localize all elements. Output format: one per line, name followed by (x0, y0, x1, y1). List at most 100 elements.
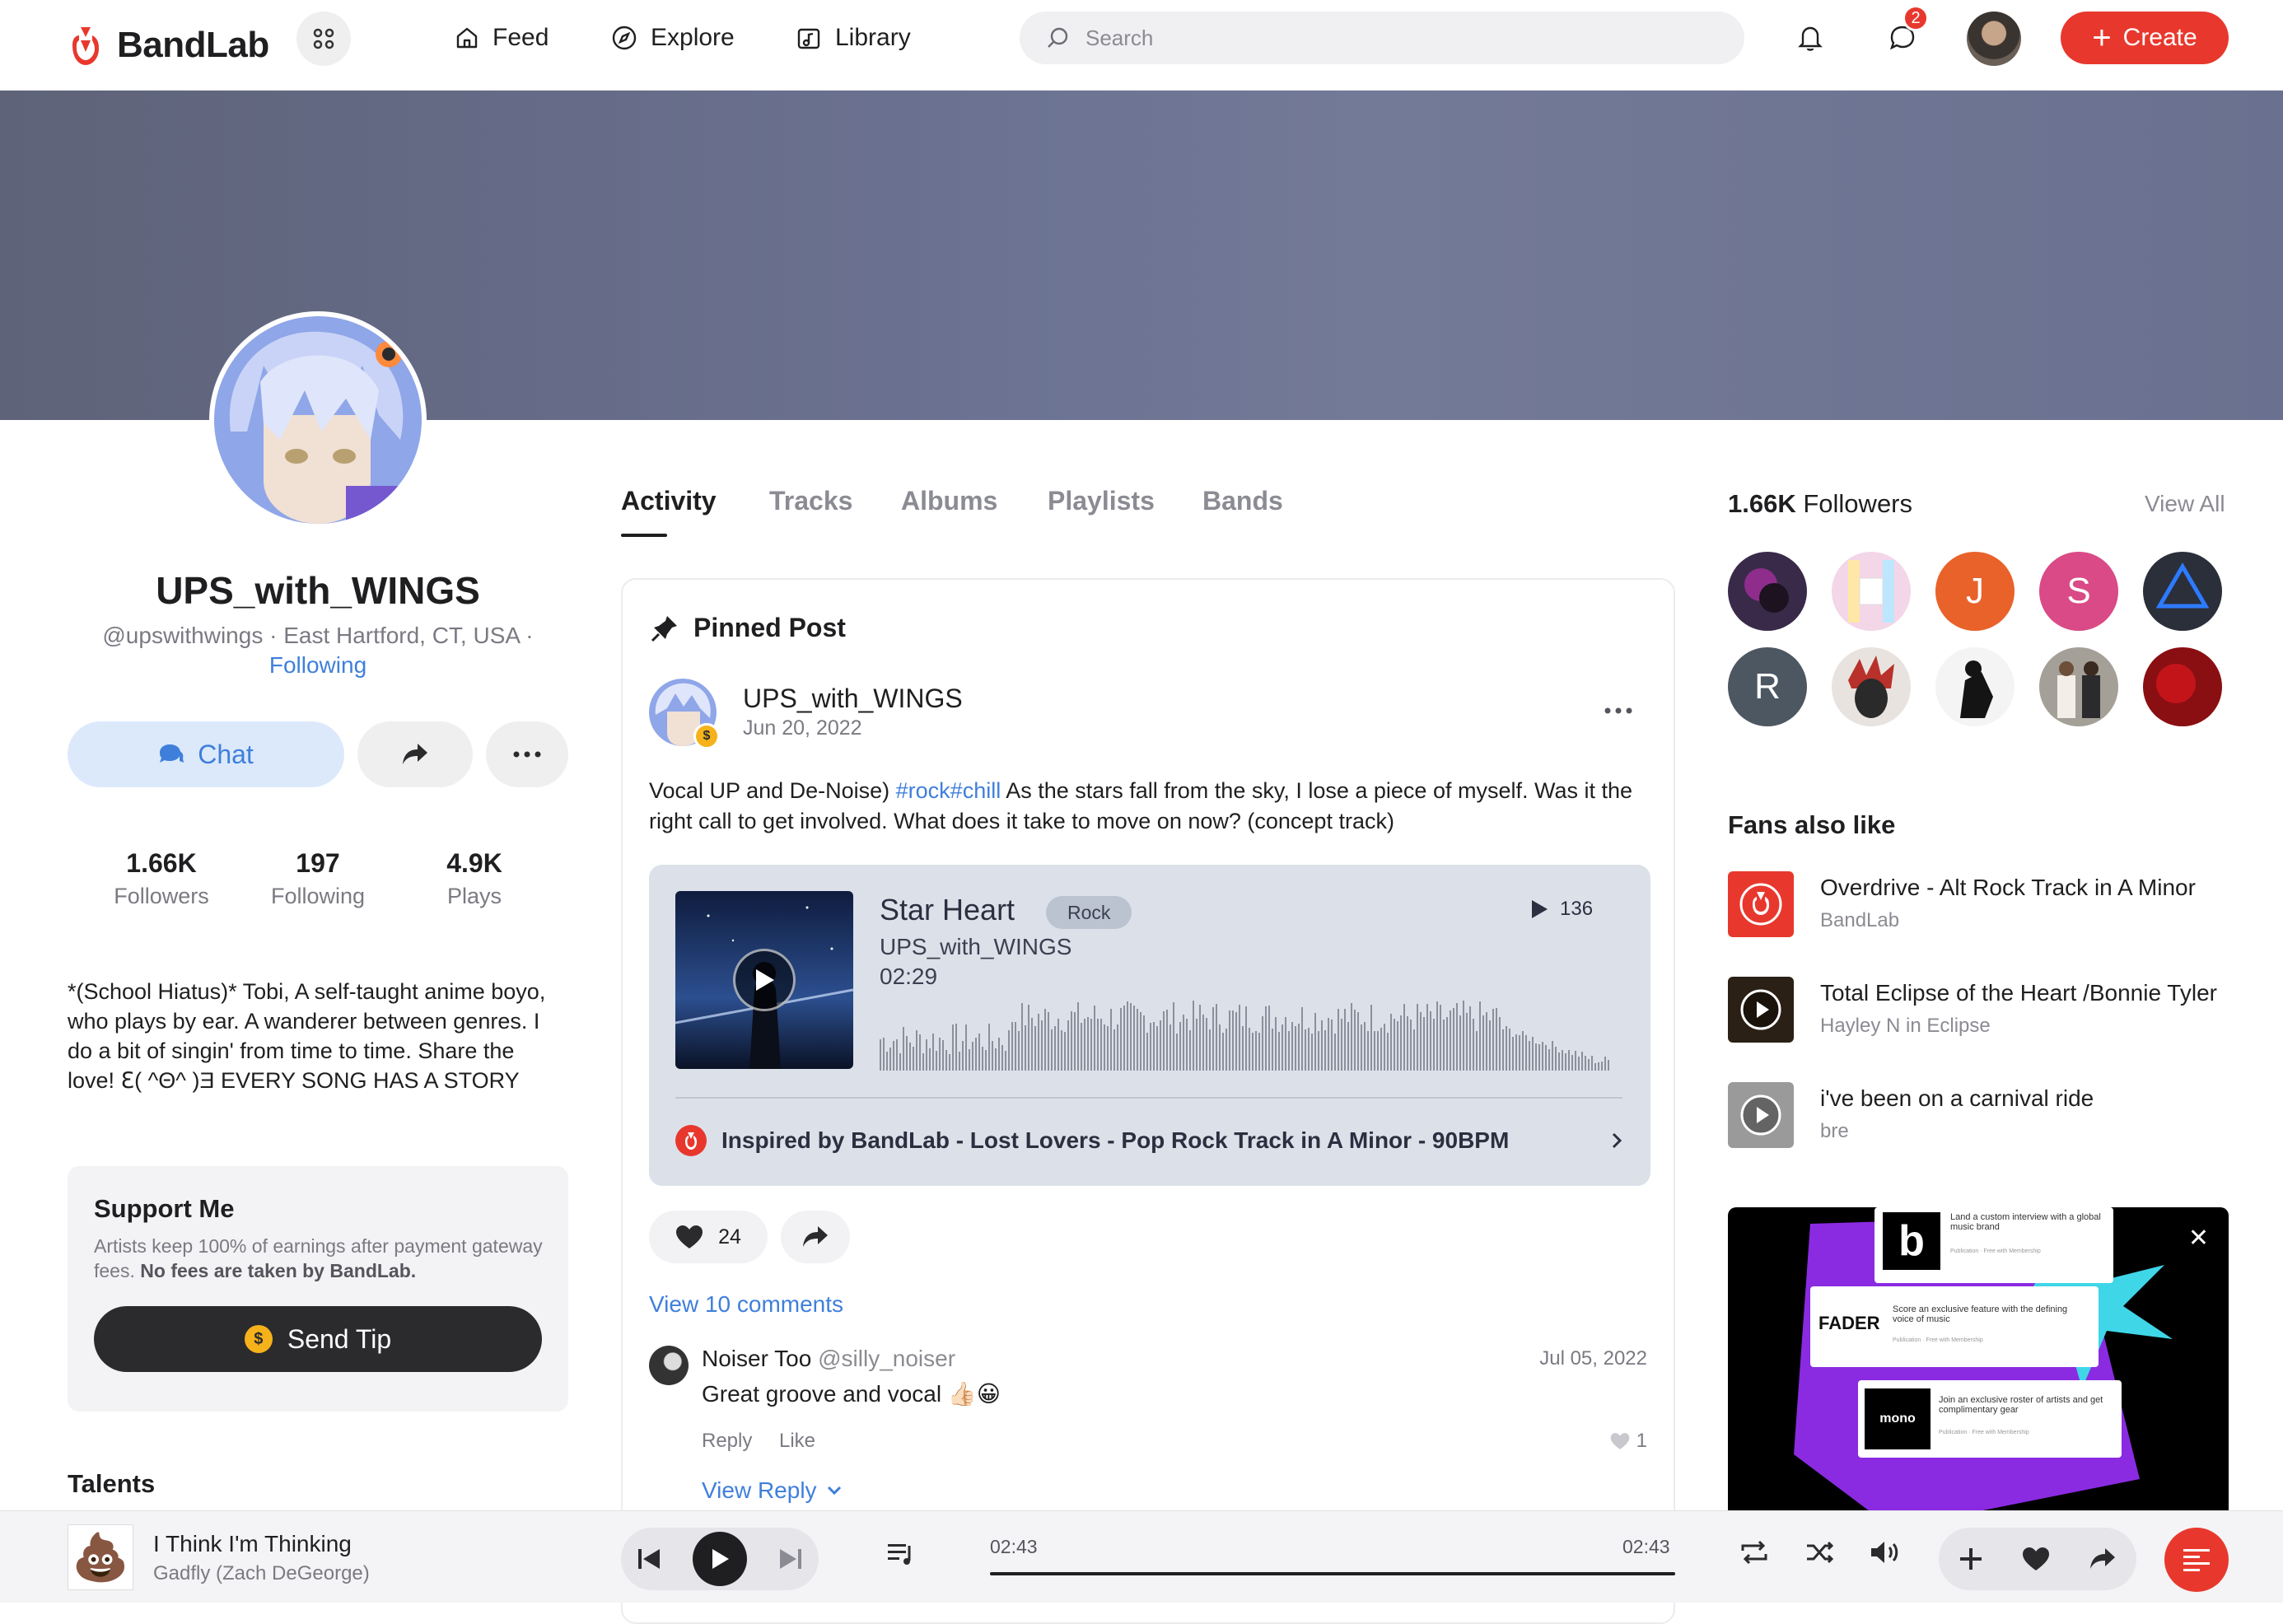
commenter[interactable]: Noiser Too @silly_noiser (702, 1346, 955, 1372)
track-waveform[interactable] (880, 988, 1614, 1071)
apps-grid-button[interactable] (296, 12, 351, 66)
waveform-bar (1067, 1020, 1069, 1071)
user-avatar[interactable] (1967, 12, 2021, 66)
next-icon[interactable] (778, 1547, 803, 1570)
ad-card: FADER Score an exclusive feature with th… (1810, 1286, 2099, 1367)
track-play-button[interactable] (733, 949, 796, 1011)
ad-card-footer: Publication · Free with Membership (1893, 1337, 1983, 1343)
waveform-bar (1482, 1015, 1484, 1071)
profile-avatar[interactable] (209, 311, 427, 529)
shuffle-icon[interactable] (1805, 1539, 1835, 1566)
waveform-bar (936, 1051, 937, 1071)
nav-feed[interactable]: Feed (455, 18, 549, 58)
stat-followers[interactable]: 1.66K Followers (87, 848, 236, 909)
follower-avatar[interactable] (1832, 552, 1911, 631)
follower-avatar[interactable] (2143, 647, 2222, 726)
comment-like-button[interactable]: Like (779, 1430, 815, 1453)
like-button[interactable]: 24 (649, 1211, 768, 1263)
waveform-bar (945, 1050, 947, 1071)
bandlab-logo[interactable]: BandLab (66, 16, 269, 74)
fans-also-like-item[interactable]: Total Eclipse of the Heart /Bonnie Tyler… (1728, 977, 2239, 1043)
share-post-button[interactable] (781, 1211, 850, 1263)
membership-ad[interactable]: b Land a custom interview with a global … (1728, 1207, 2229, 1528)
view-comments-link[interactable]: View 10 comments (649, 1291, 843, 1318)
view-all-followers-link[interactable]: View All (2145, 491, 2225, 517)
genre-tag[interactable]: Rock (1046, 896, 1132, 929)
progress-bar[interactable] (990, 1572, 1675, 1575)
track-artist[interactable]: UPS_with_WINGS (880, 934, 1071, 960)
queue-button[interactable] (2164, 1528, 2229, 1592)
waveform-bar (1166, 1010, 1168, 1071)
followers-count: 1.66K (1728, 489, 1796, 518)
share-icon[interactable] (2089, 1547, 2117, 1571)
follower-avatar[interactable]: R (1728, 647, 1807, 726)
follower-avatar[interactable]: S (2039, 552, 2118, 631)
volume-icon[interactable] (1870, 1539, 1902, 1566)
track-cover[interactable] (675, 891, 853, 1069)
search-input[interactable] (1084, 24, 1710, 52)
search-bar[interactable] (1020, 12, 1744, 64)
follower-avatar[interactable] (1935, 647, 2015, 726)
tab-albums[interactable]: Albums (901, 486, 997, 516)
nav-library[interactable]: Library (796, 18, 911, 58)
close-ad-icon[interactable]: ✕ (2188, 1224, 2209, 1253)
view-reply-link[interactable]: View Reply (702, 1477, 842, 1504)
now-playing-artist[interactable]: Gadfly (Zach DeGeorge) (153, 1562, 370, 1585)
waveform-bar (1394, 1019, 1395, 1071)
waveform-bar (929, 1048, 931, 1071)
follower-avatar[interactable] (2039, 647, 2118, 726)
waveform-bar (1529, 1041, 1530, 1071)
now-playing-title[interactable]: I Think I'm Thinking (153, 1531, 352, 1557)
tab-tracks[interactable]: Tracks (769, 486, 852, 516)
waveform-bar (1466, 1013, 1468, 1071)
notifications-button[interactable] (1786, 13, 1835, 63)
follower-avatar[interactable]: J (1935, 552, 2015, 631)
add-icon[interactable] (1959, 1547, 1983, 1571)
waveform-bar (1311, 1034, 1313, 1071)
fans-also-like-item[interactable]: Overdrive - Alt Rock Track in A Minor Ba… (1728, 871, 2239, 937)
waveform-bar (932, 1034, 934, 1071)
waveform-bar (896, 1039, 898, 1071)
tab-activity[interactable]: Activity (621, 486, 717, 516)
stat-following[interactable]: 197 Following (244, 848, 392, 909)
waveform-bar (1314, 1013, 1316, 1071)
commenter-avatar[interactable] (649, 1346, 689, 1385)
post-hashtags[interactable]: #rock#chill (896, 778, 1001, 803)
inspired-by-link[interactable]: Inspired by BandLab - Lost Lovers - Pop … (675, 1125, 1622, 1156)
comment-reply-button[interactable]: Reply (702, 1430, 752, 1453)
nav-explore[interactable]: Explore (611, 18, 735, 58)
previous-icon[interactable] (637, 1547, 661, 1570)
waveform-bar (1268, 1006, 1270, 1071)
fans-also-like-item[interactable]: i've been on a carnival ride bre (1728, 1082, 2239, 1148)
tab-playlists[interactable]: Playlists (1048, 486, 1155, 516)
profile-more-button[interactable] (486, 721, 568, 787)
chat-button[interactable]: Chat (68, 721, 344, 787)
repeat-icon[interactable] (1739, 1539, 1769, 1566)
tab-bands[interactable]: Bands (1202, 486, 1283, 516)
ad-card-footer: Publication · Free with Membership (1939, 1430, 2029, 1435)
create-button[interactable]: + Create (2061, 12, 2229, 64)
heart-icon[interactable] (2022, 1547, 2050, 1571)
play-pause-button[interactable] (693, 1532, 747, 1586)
share-icon (803, 1226, 828, 1247)
waveform-bar (995, 1048, 997, 1071)
follower-avatar[interactable] (2143, 552, 2222, 631)
follower-avatar[interactable] (1728, 552, 1807, 631)
library-icon (797, 28, 820, 49)
follower-avatar[interactable] (1832, 647, 1911, 726)
post-author-name[interactable]: UPS_with_WINGS (743, 684, 963, 714)
waveform-bar (1288, 1031, 1290, 1071)
waveform-bar (922, 1053, 924, 1071)
following-link[interactable]: Following (66, 652, 570, 679)
share-profile-button[interactable] (357, 721, 473, 787)
track-title[interactable]: Star Heart (880, 893, 1015, 927)
now-playing-cover[interactable]: 💩 (68, 1524, 133, 1590)
post-author-avatar[interactable]: $ (649, 679, 720, 749)
playlist-icon[interactable] (886, 1541, 916, 1567)
track-card[interactable]: Star Heart Rock 136 UPS_with_WINGS 02:29… (649, 865, 1650, 1186)
waveform-bar (1370, 1005, 1372, 1071)
waveform-bar (1420, 1012, 1422, 1071)
post-more-button[interactable] (1604, 703, 1632, 718)
track-duration: 02:29 (880, 964, 938, 989)
send-tip-button[interactable]: $ Send Tip (94, 1306, 542, 1372)
